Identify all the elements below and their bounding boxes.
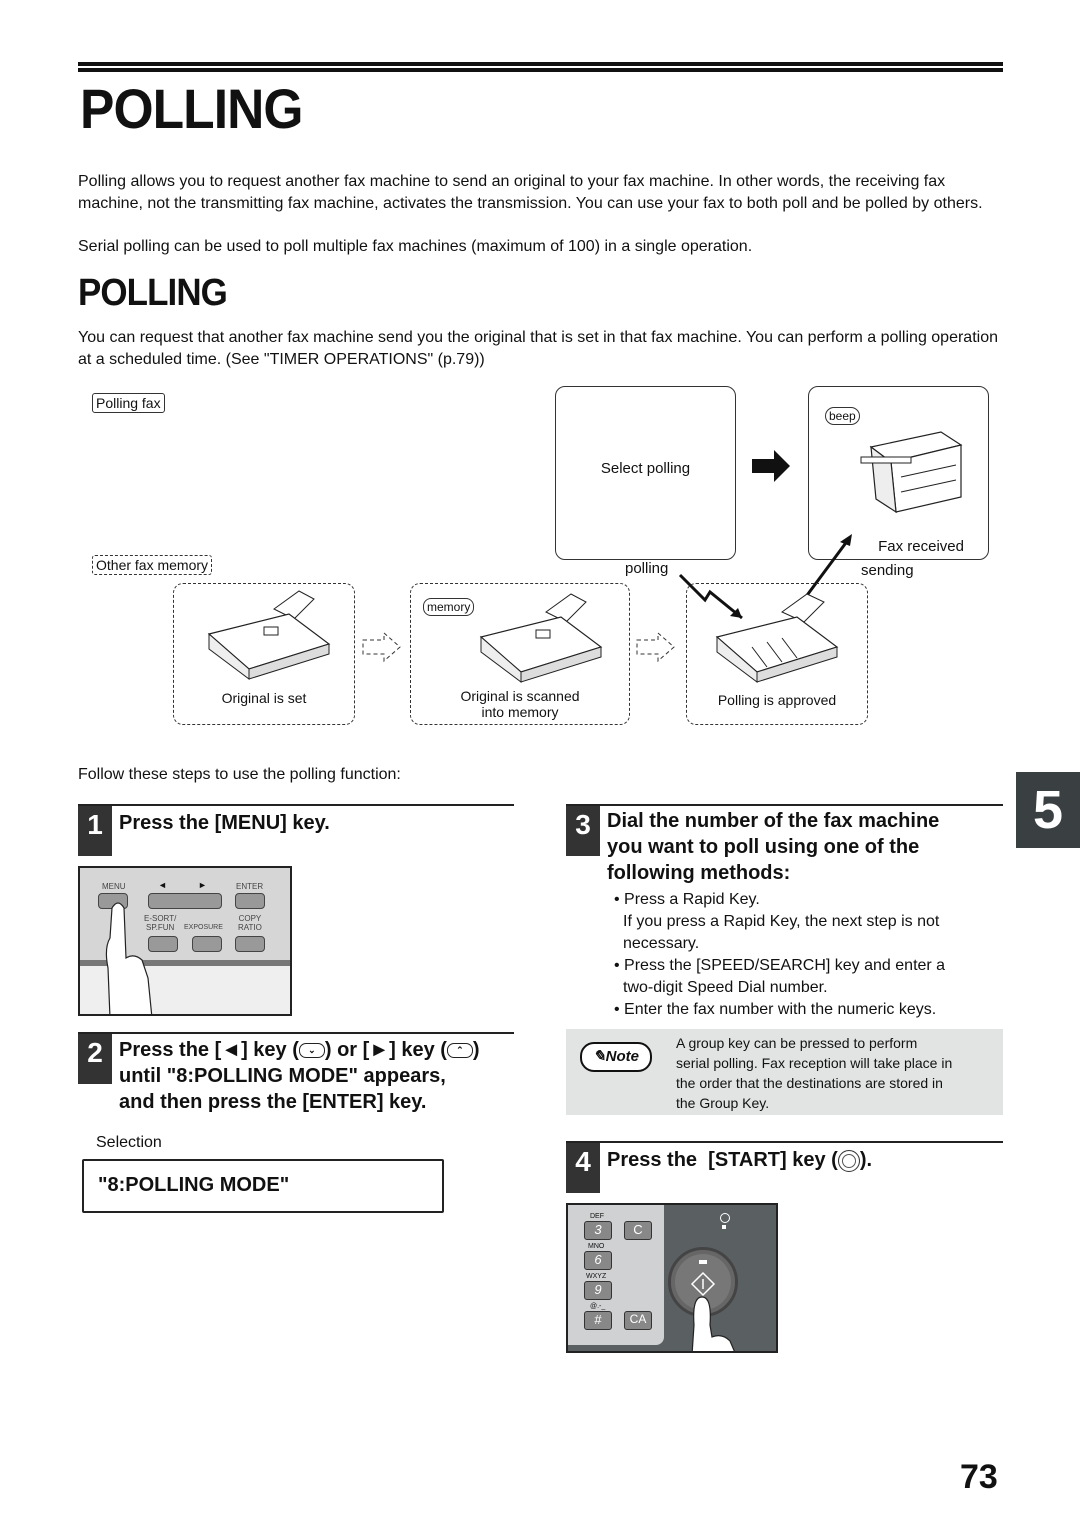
stage-polling-approved: Polling is approved: [686, 583, 868, 725]
step2-rule: [78, 1032, 514, 1034]
intro-paragraph-2: Serial polling can be used to poll multi…: [78, 238, 753, 255]
step2-number: 2: [78, 1034, 112, 1084]
copier-machine-icon: [860, 431, 963, 514]
memory-bubble: memory: [423, 598, 475, 616]
copy-ratio-label: COPY RATIO: [238, 914, 262, 932]
method-item-detail: two-digit Speed Dial number.: [623, 979, 828, 996]
start-key-icon: [837, 1149, 860, 1172]
right-arrow-label: ►: [198, 880, 207, 890]
wxyz-label: WXYZ: [586, 1273, 607, 1280]
menu-key-label: MENU: [102, 882, 126, 891]
step2-title-line1: Press the [◄] key (⌄) or [►] key (⌃): [119, 1039, 480, 1061]
other-fax-memory-label: Other fax memory: [92, 555, 213, 575]
down-key-icon: ⌄: [298, 1043, 325, 1059]
fax-machine-icon: [207, 590, 331, 680]
left-arrow-label: ◄: [158, 880, 167, 890]
exposure-key[interactable]: [192, 936, 222, 952]
finger-press-icon: [691, 1296, 735, 1351]
step3-title-line1: Dial the number of the fax machine: [607, 810, 940, 832]
dashed-arrow-icon: [636, 631, 675, 663]
note-text: A group key can be pressed to perform se…: [676, 1035, 953, 1111]
note-box: ✎Note A group key can be pressed to perf…: [566, 1029, 1003, 1115]
stage2-caption-line2: into memory: [481, 704, 559, 720]
step4-title: Press the [START] key ().: [607, 1149, 873, 1172]
page-title: POLLING: [80, 77, 303, 140]
control-panel-menu: MENU ◄ ► ENTER E-SORT/SP.FUN EXPOSURE CO…: [78, 866, 292, 1016]
method-item-detail: necessary.: [623, 935, 700, 952]
stage1-caption: Original is set: [221, 690, 307, 706]
lcd-display: "8:POLLING MODE": [82, 1159, 444, 1213]
step3-number: 3: [566, 806, 600, 856]
step3-rule: [566, 804, 1003, 806]
enter-key[interactable]: [235, 893, 265, 909]
fax-machine-icon: [479, 593, 603, 683]
polling-fax-label: Polling fax: [92, 393, 165, 413]
step2-title-line2: until "8:POLLING MODE" appears,: [119, 1065, 446, 1087]
method-item: • Enter the fax number with the numeric …: [614, 1001, 937, 1018]
enter-key-label: ENTER: [236, 882, 264, 891]
steps-intro: Follow these steps to use the polling fu…: [78, 766, 401, 783]
indicator-light: [722, 1225, 726, 1229]
section-title: POLLING: [78, 272, 228, 314]
right-arrow-icon: [752, 450, 790, 482]
step3-title-line3: following methods:: [607, 862, 791, 884]
stage2-caption-line1: Original is scanned: [460, 688, 580, 704]
key-9[interactable]: 9: [584, 1281, 612, 1300]
up-key-icon: ⌃: [446, 1043, 473, 1059]
step4-rule: [566, 1141, 1003, 1143]
exposure-label: EXPOSURE: [184, 924, 223, 931]
section-paragraph: You can request that another fax machine…: [78, 329, 998, 368]
fax-machine-icon: [715, 593, 839, 683]
left-triangle-icon: ◄: [221, 1039, 242, 1061]
method-list: • Press a Rapid Key. If you press a Rapi…: [614, 889, 945, 1021]
polling-signal-label: polling: [625, 560, 669, 577]
stage3-caption: Polling is approved: [717, 692, 837, 708]
step4-number: 4: [566, 1143, 600, 1193]
chapter-tab: 5: [1016, 772, 1080, 848]
fax-received-text: Fax received: [878, 538, 964, 555]
key-3[interactable]: 3: [584, 1221, 612, 1240]
clear-key[interactable]: C: [624, 1221, 652, 1240]
method-item: • Press the [SPEED/SEARCH] key and enter…: [614, 957, 946, 974]
page-number: 73: [960, 1458, 998, 1496]
pencil-icon: ✎: [593, 1048, 606, 1065]
header-rule: [78, 68, 1003, 72]
intro-paragraph-1: Polling allows you to request another fa…: [78, 173, 983, 212]
step2-title-line3: and then press the [ENTER] key.: [119, 1091, 427, 1113]
stage-scanned-into-memory: memory Original is scanned into memory: [410, 583, 630, 725]
key-6[interactable]: 6: [584, 1251, 612, 1270]
clear-all-key[interactable]: CA: [624, 1311, 652, 1330]
power-save-icon: [720, 1213, 730, 1223]
selection-label: Selection: [96, 1134, 162, 1151]
lcd-display-text: "8:POLLING MODE": [98, 1174, 290, 1196]
right-triangle-icon: ►: [369, 1039, 390, 1061]
step1-rule: [78, 804, 514, 806]
def-label: DEF: [590, 1213, 604, 1220]
method-item: • Press a Rapid Key.: [614, 891, 760, 908]
note-badge: ✎Note: [580, 1042, 652, 1072]
copy-ratio-key[interactable]: [235, 936, 265, 952]
stage-original-set: Original is set: [173, 583, 355, 725]
finger-press-icon: [105, 902, 153, 1014]
method-item-detail: If you press a Rapid Key, the next step …: [623, 913, 940, 930]
symbol-label: @.-_: [590, 1303, 606, 1310]
step1-number: 1: [78, 806, 112, 856]
step3-title-line2: you want to poll using one of the: [607, 836, 920, 858]
header-rule: [78, 62, 1003, 66]
select-polling-text: Select polling: [600, 460, 691, 477]
dashed-arrow-icon: [362, 631, 401, 663]
hash-key[interactable]: #: [584, 1311, 612, 1330]
step1-title: Press the [MENU] key.: [119, 812, 330, 834]
control-panel-start: DEF 3 C MNO 6 WXYZ 9 @.-_ # CA: [566, 1203, 778, 1353]
mno-label: MNO: [588, 1243, 605, 1250]
start-led: [699, 1260, 707, 1264]
